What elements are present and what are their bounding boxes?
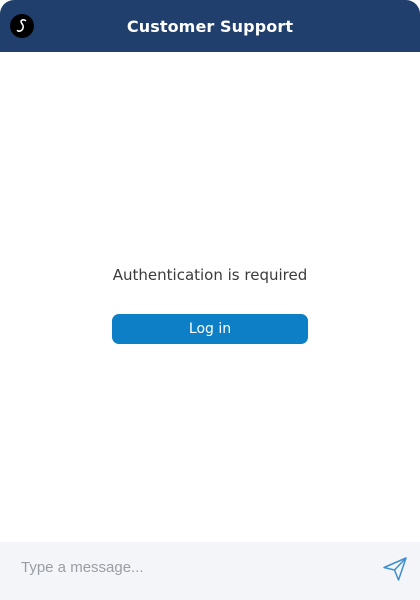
header-title: Customer Support <box>126 16 294 36</box>
paper-plane-icon <box>381 555 409 583</box>
login-button[interactable]: Log in <box>112 314 308 344</box>
chat-window: Customer Support Authentication is requi… <box>0 0 420 600</box>
s-logo-icon <box>10 14 34 38</box>
auth-required-message: Authentication is required <box>112 266 308 284</box>
message-composer <box>0 542 420 600</box>
chat-header: Customer Support <box>0 0 420 52</box>
message-input[interactable] <box>8 550 381 584</box>
chat-body: Authentication is required Log in <box>0 52 420 542</box>
send-button[interactable] <box>380 554 410 584</box>
